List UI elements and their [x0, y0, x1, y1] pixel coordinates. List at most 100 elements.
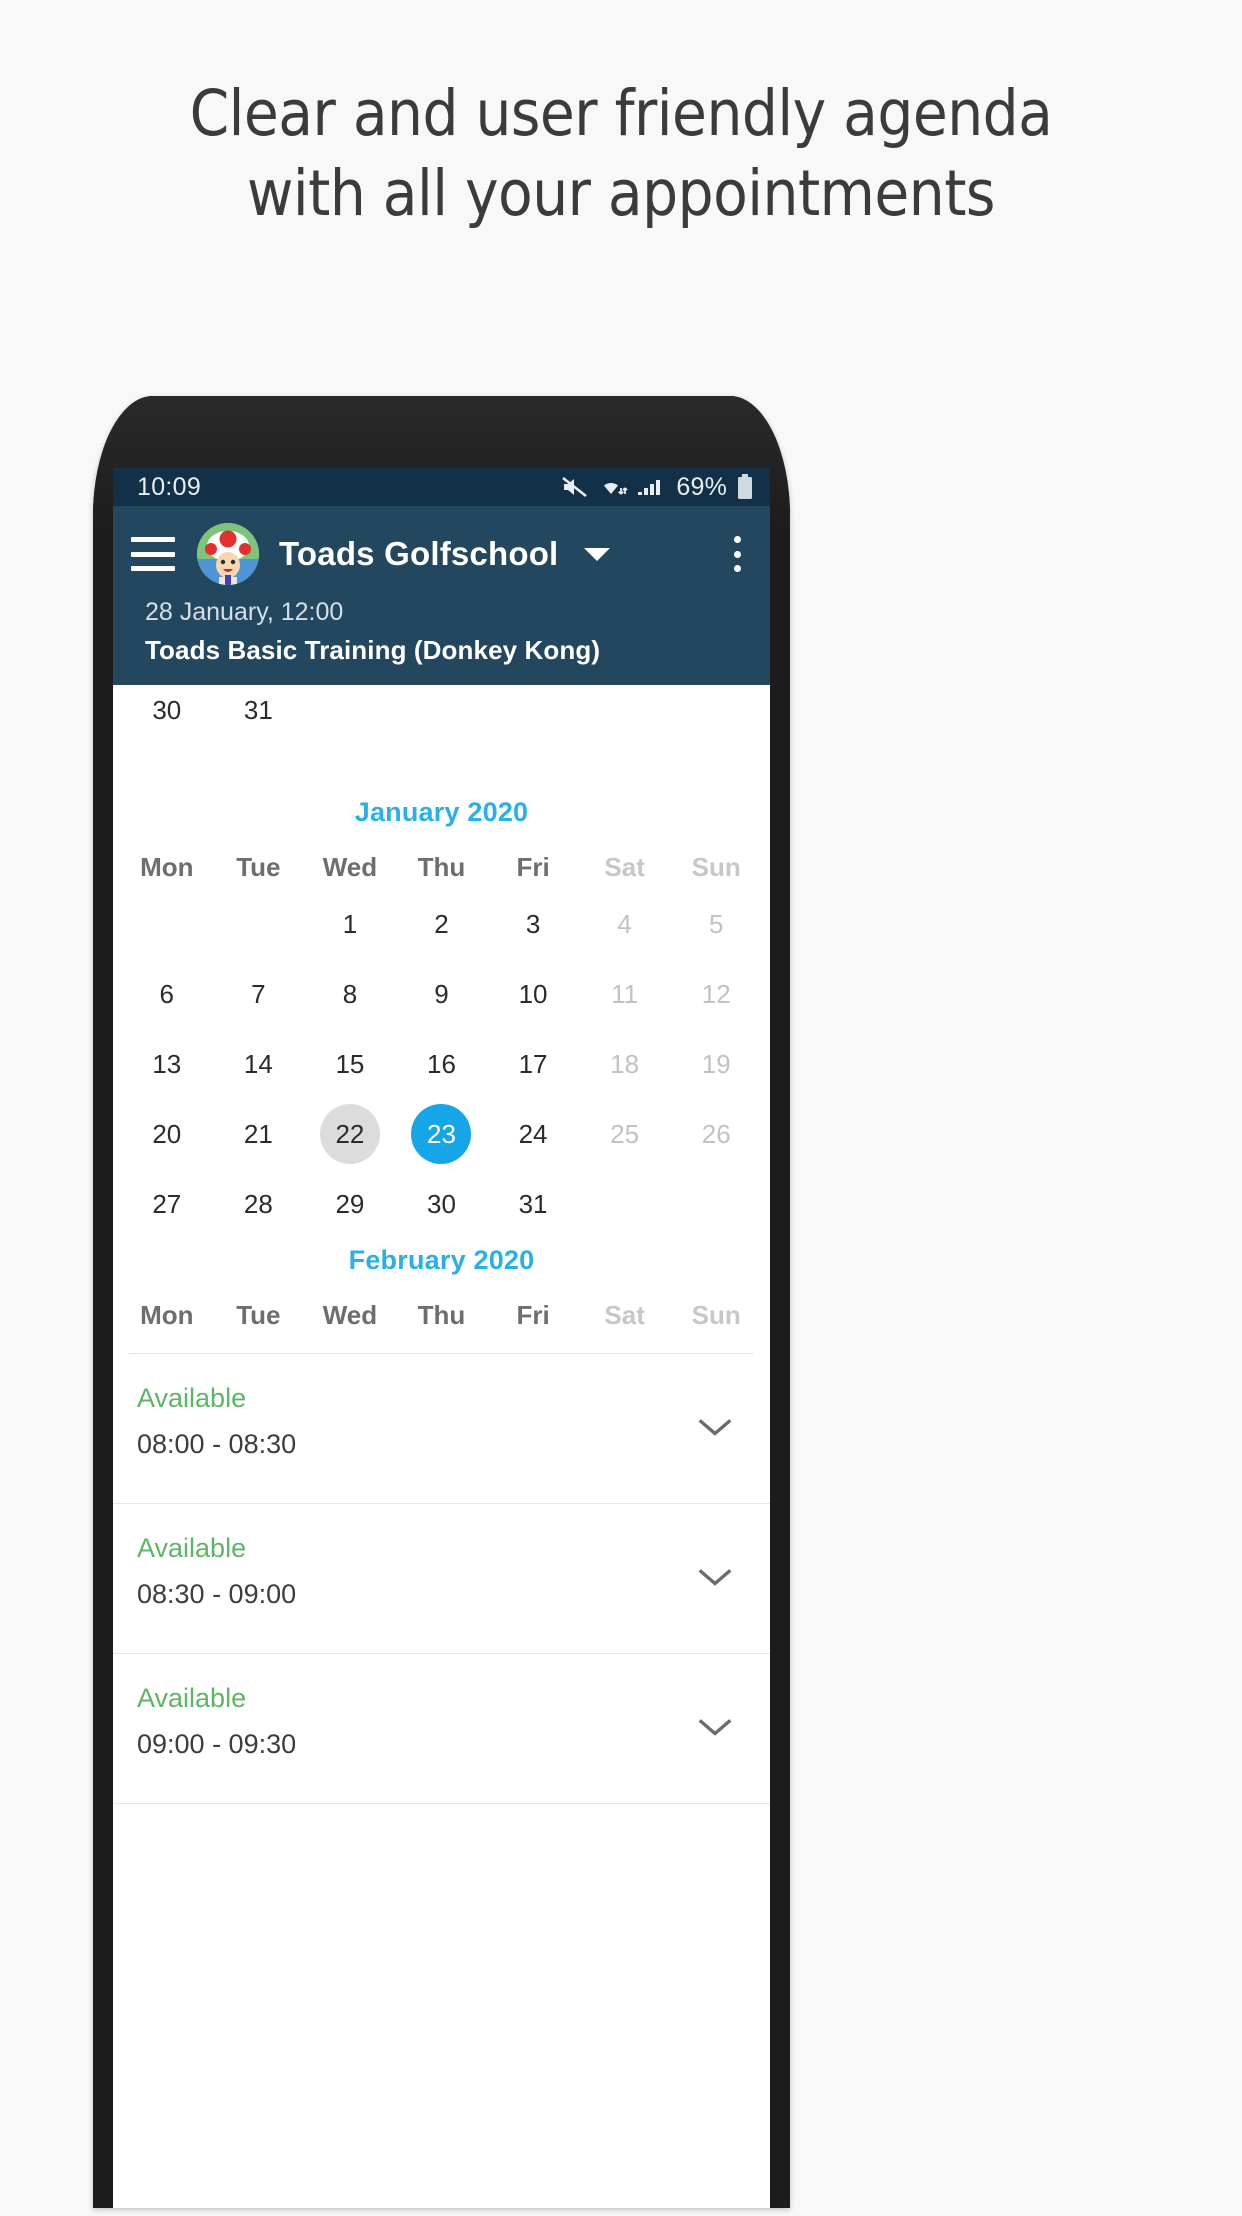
calendar-day[interactable]: 30	[121, 685, 213, 735]
slot-time-range: 08:30 - 09:00	[137, 1579, 297, 1609]
signal-icon	[637, 475, 667, 499]
calendar-day[interactable]: 3	[487, 889, 579, 959]
chevron-down-icon[interactable]	[696, 1714, 734, 1743]
calendar-day-blank	[213, 889, 305, 959]
app-toolbar: Toads Golfschool 28 January, 12:00 Toads…	[113, 506, 770, 685]
battery-icon	[736, 474, 754, 500]
calendar-day[interactable]: 9	[396, 959, 488, 1029]
weekday-header-mon: Mon	[140, 852, 194, 882]
hamburger-menu-icon[interactable]	[131, 537, 175, 571]
weekday-header-fri: Fri	[516, 852, 550, 882]
calendar-day[interactable]: 10	[487, 959, 579, 1029]
calendar-months: January 2020 Mon Tue Wed Thu Fri Sat Sun 1 2 3 4 5 6 7…	[121, 791, 762, 1337]
status-icons: 69%	[561, 473, 754, 502]
weekday-header-fri: Fri	[516, 1300, 550, 1330]
calendar-day[interactable]: 2	[396, 889, 488, 959]
calendar-day-number: 26	[701, 1118, 731, 1149]
calendar-day-number: 5	[708, 908, 724, 939]
calendar-day[interactable]: 12	[670, 959, 762, 1029]
calendar-day[interactable]: 29	[304, 1169, 396, 1239]
calendar-day-blank	[396, 685, 488, 735]
more-vertical-icon[interactable]	[722, 534, 752, 574]
calendar-day[interactable]: 20	[121, 1099, 213, 1169]
calendar-day[interactable]: 18	[579, 1029, 671, 1099]
list-item[interactable]: Available 08:30 - 09:00	[113, 1504, 770, 1654]
calendar-month: February 2020 Mon Tue Wed Thu Fri Sat Sun	[121, 1239, 762, 1337]
calendar-day[interactable]: 13	[121, 1029, 213, 1099]
weekday-header-sun: Sun	[691, 1300, 741, 1330]
calendar-day[interactable]: 7	[213, 959, 305, 1029]
calendar-day[interactable]: 16	[396, 1029, 488, 1099]
calendar-day-number: 25	[610, 1118, 640, 1149]
availability-list: Available 08:00 - 08:30 Available 08:30 - 0…	[113, 1354, 770, 1804]
status-badge: Available	[137, 1683, 247, 1713]
status-clock: 10:09	[137, 472, 202, 501]
calendar-day[interactable]: 21	[213, 1099, 305, 1169]
calendar-day-number: 21	[243, 1118, 273, 1149]
appointment-datetime: 28 January, 12:00	[145, 598, 344, 626]
calendar-day[interactable]: 17	[487, 1029, 579, 1099]
calendar-day-grid: 1 2 3 4 5 6 7 8 9 10 11 12 13 14 15 16 17 18 19 20 21 22 23 24 2…	[121, 889, 762, 1239]
chevron-down-icon[interactable]	[584, 547, 611, 561]
calendar-day[interactable]: 14	[213, 1029, 305, 1099]
status-badge: Available	[137, 1383, 247, 1413]
calendar-day[interactable]: 6	[121, 959, 213, 1029]
calendar-day[interactable]: 19	[670, 1029, 762, 1099]
previous-month-tail-row: 30 31	[121, 685, 762, 735]
weekday-header-sat: Sat	[604, 1300, 645, 1330]
list-item[interactable]: Available 09:00 - 09:30	[113, 1654, 770, 1804]
calendar-day[interactable]: 15	[304, 1029, 396, 1099]
calendar-day[interactable]: 1	[304, 889, 396, 959]
calendar-day-number: 27	[152, 1188, 182, 1219]
calendar-day-number: 13	[152, 1048, 182, 1079]
avatar[interactable]	[197, 523, 259, 585]
calendar-day[interactable]: 11	[579, 959, 671, 1029]
calendar-day-number: 9	[434, 978, 449, 1009]
slot-time-range: 08:00 - 08:30	[137, 1429, 297, 1459]
calendar-day[interactable]: 31	[487, 1169, 579, 1239]
calendar: 30 31 January 2020 Mon Tue Wed Thu Fri Sat Sun 1 2…	[113, 685, 770, 1337]
calendar-day-selected[interactable]: 23	[396, 1099, 488, 1169]
chevron-down-icon[interactable]	[696, 1414, 734, 1443]
weekday-header-row: Mon Tue Wed Thu Fri Sat Sun	[121, 1300, 762, 1337]
calendar-day-today[interactable]: 22	[304, 1099, 396, 1169]
list-item[interactable]: Available 08:00 - 08:30	[113, 1354, 770, 1504]
calendar-day[interactable]: 26	[670, 1099, 762, 1169]
calendar-day-number: 29	[335, 1188, 365, 1219]
status-bar: 10:09 69%	[113, 468, 770, 506]
appointment-title: Toads Basic Training (Donkey Kong)	[145, 635, 601, 665]
month-label: February 2020	[348, 1245, 535, 1275]
phone-screen: 10:09 69% Toads Golfschool 28 January, 1…	[113, 468, 770, 2208]
slot-time-range: 09:00 - 09:30	[137, 1729, 297, 1759]
calendar-day-number: 1	[342, 908, 358, 939]
battery-percent-label: 69%	[676, 472, 727, 501]
calendar-day-number: 8	[342, 978, 358, 1009]
calendar-day-number: 30	[427, 1188, 456, 1219]
calendar-day[interactable]: 25	[579, 1099, 671, 1169]
calendar-day[interactable]: 5	[670, 889, 762, 959]
headline-line-2: with all your appointments	[247, 157, 995, 230]
calendar-day[interactable]: 24	[487, 1099, 579, 1169]
calendar-day-number: 2	[434, 908, 449, 939]
calendar-day-number: 18	[610, 1048, 640, 1079]
calendar-day[interactable]: 4	[579, 889, 671, 959]
calendar-day[interactable]: 28	[213, 1169, 305, 1239]
calendar-day[interactable]: 31	[213, 685, 305, 735]
calendar-day-blank	[579, 685, 671, 735]
calendar-day[interactable]: 8	[304, 959, 396, 1029]
calendar-day-number: 23	[411, 1104, 472, 1164]
calendar-day-number: 4	[617, 908, 632, 939]
page-headline: Clear and user friendly agenda with all …	[0, 0, 1242, 234]
calendar-day-number: 14	[243, 1048, 273, 1079]
calendar-day[interactable]: 30	[396, 1169, 488, 1239]
page-title: Toads Golfschool	[279, 535, 559, 572]
mute-icon	[561, 475, 589, 499]
calendar-day[interactable]: 27	[121, 1169, 213, 1239]
calendar-day-blank	[304, 685, 396, 735]
chevron-down-icon[interactable]	[696, 1564, 734, 1593]
calendar-day-number: 22	[319, 1104, 380, 1164]
weekday-header-wed: Wed	[322, 1300, 378, 1330]
calendar-day-number: 7	[251, 978, 266, 1009]
month-label: January 2020	[354, 797, 529, 827]
weekday-header-row: Mon Tue Wed Thu Fri Sat Sun	[121, 852, 762, 889]
